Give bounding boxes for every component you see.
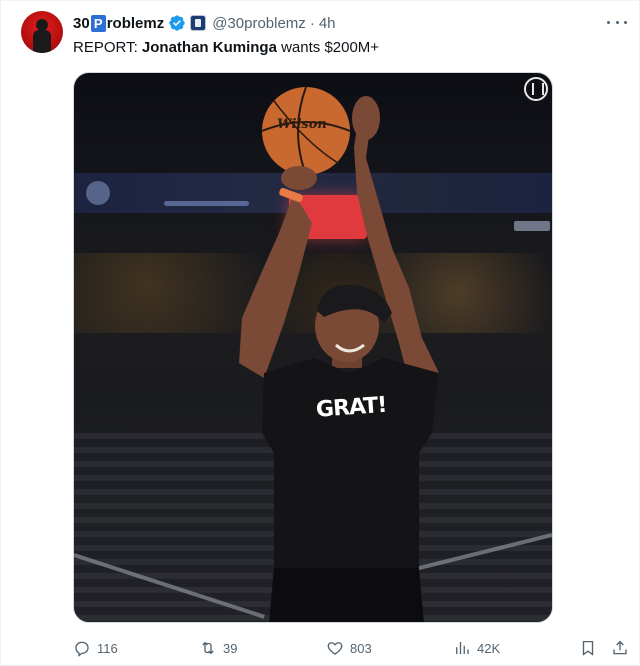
- tweet-text: REPORT: Jonathan Kuminga wants $200M+: [73, 39, 379, 56]
- heart-icon: [327, 642, 343, 655]
- share-icon: [613, 640, 627, 655]
- like-count: 803: [350, 640, 372, 656]
- tweet-actions: 116 39 803 42K: [73, 637, 633, 659]
- more-dot: [615, 20, 619, 24]
- display-name-suffix: roblemz: [106, 14, 165, 32]
- reply-icon: [75, 641, 89, 657]
- bookmark-icon: [582, 640, 594, 656]
- views-icon: [456, 642, 469, 654]
- more-dot: [624, 20, 627, 24]
- like-button[interactable]: 803: [326, 637, 372, 659]
- views-count: 42K: [477, 640, 501, 656]
- more-dot: [607, 20, 610, 24]
- more-icon[interactable]: [607, 15, 627, 29]
- reply-count: 116: [97, 640, 118, 656]
- retweet-count: 39: [223, 640, 238, 656]
- player-illustration: [239, 86, 439, 622]
- separator-dot: ·: [309, 14, 315, 32]
- ball-brand: Wilson: [277, 117, 327, 132]
- views-button[interactable]: 42K: [453, 637, 500, 659]
- tweet-header: 30 P roblemz @30problemz · 4h: [73, 13, 336, 33]
- retweet-icon: [202, 641, 214, 655]
- user-handle[interactable]: @30problemz: [212, 15, 306, 32]
- warriors-logo-icon: [524, 77, 548, 101]
- affiliate-badge-icon[interactable]: [190, 15, 207, 31]
- verified-badge-icon: [169, 15, 185, 31]
- retweet-button[interactable]: 39: [199, 637, 237, 659]
- tweet-text-suffix: wants $200M+: [276, 39, 380, 56]
- display-name-box-letter: P: [90, 14, 106, 32]
- avatar-figure-body: [33, 30, 51, 53]
- display-name-prefix: 30: [73, 14, 90, 32]
- bookmark-button[interactable]: [579, 637, 597, 659]
- tweet-photo[interactable]: Wilson GRAT!: [73, 72, 553, 623]
- tweet-text-prefix: REPORT:: [73, 39, 142, 56]
- reply-button[interactable]: 116: [73, 637, 118, 659]
- tweet-card[interactable]: 30 P roblemz @30problemz · 4h REPORT: Jo…: [0, 0, 640, 666]
- share-button[interactable]: [611, 637, 629, 659]
- avatar[interactable]: [21, 11, 63, 53]
- timestamp[interactable]: 4h: [319, 15, 336, 32]
- tweet-text-bold: Jonathan Kuminga: [141, 39, 277, 56]
- display-name[interactable]: 30 P roblemz: [73, 14, 165, 32]
